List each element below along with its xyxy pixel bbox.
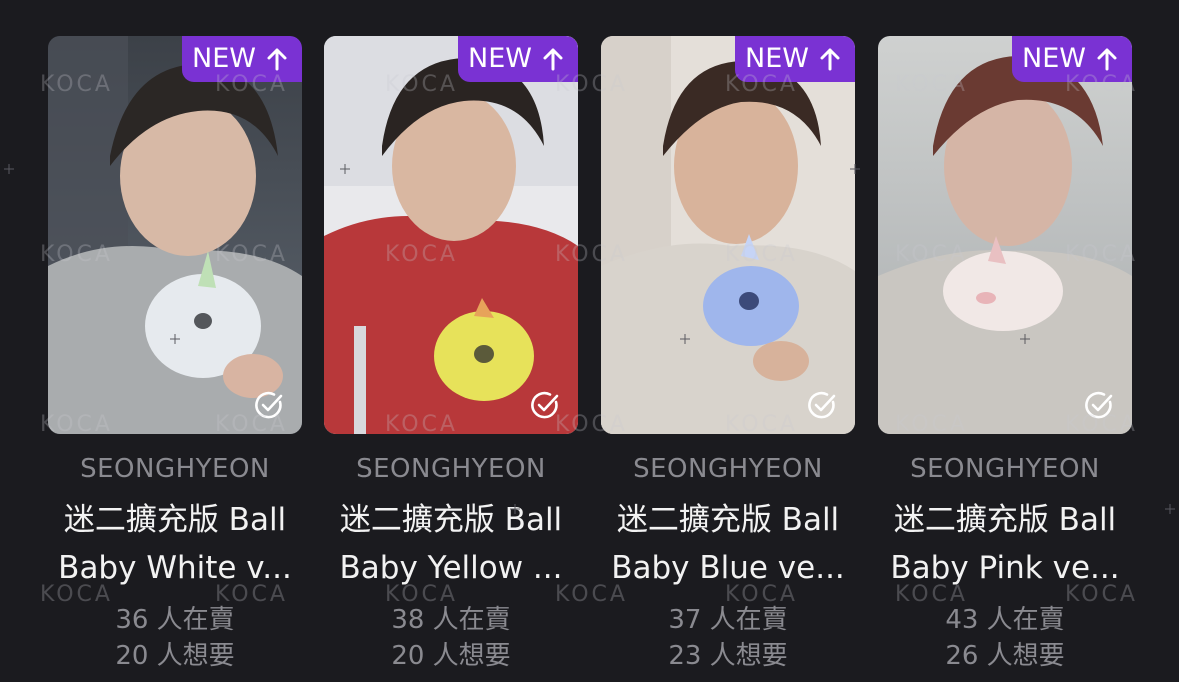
arrow-up-icon xyxy=(820,48,840,71)
photo-pink xyxy=(878,36,1132,434)
new-badge-label: NEW xyxy=(468,43,532,74)
arrow-up-icon xyxy=(267,48,287,71)
new-badge: NEW xyxy=(1012,36,1132,82)
new-badge-label: NEW xyxy=(745,43,809,74)
wanting-count: 23 人想要 xyxy=(668,641,788,671)
new-badge-label: NEW xyxy=(192,43,256,74)
selling-count: 38 人在賣 xyxy=(391,605,511,635)
photocard-image[interactable]: NEW xyxy=(878,36,1132,434)
card-title-line1: 迷二擴充版 Ball xyxy=(893,502,1117,538)
card-title-line1: 迷二擴充版 Ball xyxy=(616,502,840,538)
check-circle-icon[interactable] xyxy=(254,390,284,420)
artist-name: SEONGHYEON xyxy=(633,454,823,484)
selling-count: 43 人在賣 xyxy=(945,605,1065,635)
photocard-image[interactable]: NEW xyxy=(48,36,302,434)
card-title-line2: Baby White v... xyxy=(58,550,292,586)
card-title-line2: Baby Pink ve... xyxy=(890,550,1120,586)
wanting-count: 20 人想要 xyxy=(115,641,235,671)
card-title-line1: 迷二擴充版 Ball xyxy=(339,502,563,538)
check-circle-icon[interactable] xyxy=(1084,390,1114,420)
artist-name: SEONGHYEON xyxy=(910,454,1100,484)
photocard-item[interactable]: NEW SEONGHYEON 迷二擴充版 Ball Baby Pink ve..… xyxy=(878,36,1132,674)
photocard-item[interactable]: NEW SEONGHYEON 迷二擴充版 Ball Baby Blue ve..… xyxy=(601,36,855,674)
photo-white xyxy=(48,36,302,434)
new-badge-label: NEW xyxy=(1022,43,1086,74)
wanting-count: 20 人想要 xyxy=(391,641,511,671)
arrow-up-icon xyxy=(1097,48,1117,71)
photo-blue xyxy=(601,36,855,434)
artist-name: SEONGHYEON xyxy=(356,454,546,484)
new-badge: NEW xyxy=(458,36,578,82)
new-badge: NEW xyxy=(182,36,302,82)
check-circle-icon[interactable] xyxy=(807,390,837,420)
card-title-line1: 迷二擴充版 Ball xyxy=(63,502,287,538)
photo-yellow xyxy=(324,36,578,434)
artist-name: SEONGHYEON xyxy=(80,454,270,484)
photocard-image[interactable]: NEW xyxy=(324,36,578,434)
selling-count: 37 人在賣 xyxy=(668,605,788,635)
photocard-item[interactable]: NEW SEONGHYEON 迷二擴充版 Ball Baby White v..… xyxy=(48,36,302,674)
photocard-image[interactable]: NEW xyxy=(601,36,855,434)
photocard-grid: NEW SEONGHYEON 迷二擴充版 Ball Baby White v..… xyxy=(0,0,1179,682)
check-circle-icon[interactable] xyxy=(530,390,560,420)
new-badge: NEW xyxy=(735,36,855,82)
card-title-line2: Baby Yellow ... xyxy=(339,550,563,586)
card-title-line2: Baby Blue ve... xyxy=(611,550,845,586)
wanting-count: 26 人想要 xyxy=(945,641,1065,671)
photocard-item[interactable]: NEW SEONGHYEON 迷二擴充版 Ball Baby Yellow ..… xyxy=(324,36,578,674)
selling-count: 36 人在賣 xyxy=(115,605,235,635)
arrow-up-icon xyxy=(543,48,563,71)
